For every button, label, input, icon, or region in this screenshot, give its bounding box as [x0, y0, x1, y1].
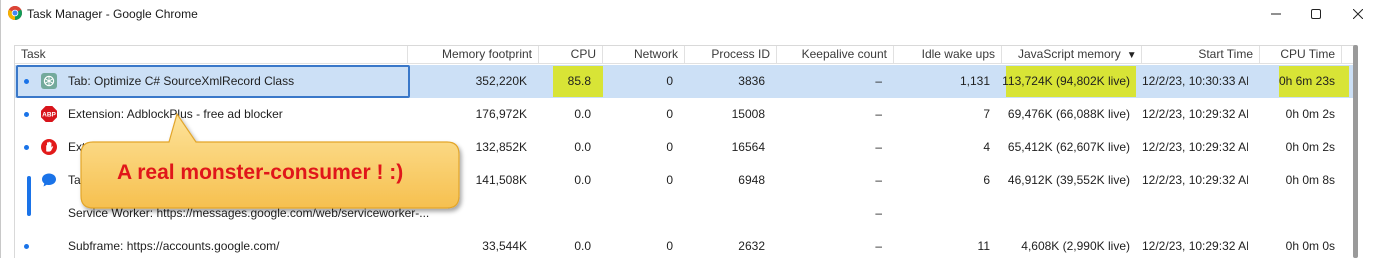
task-name: Service Worker: https://messages.google.… — [68, 206, 430, 220]
idle-wakeups-cell: 4 — [983, 140, 990, 154]
close-icon — [1353, 9, 1363, 19]
process-id-cell: 2632 — [738, 239, 765, 253]
maximize-button[interactable] — [1293, 0, 1339, 28]
memory-cell: 176,972K — [475, 107, 527, 121]
idle-wakeups-cell: 11 — [977, 239, 990, 253]
cpu-time-cell: 0h 0m 0s — [1285, 239, 1335, 253]
network-cell: 0 — [666, 173, 673, 187]
hand-icon — [41, 139, 57, 155]
column-header-cpu[interactable]: CPU — [539, 46, 603, 64]
memory-cell: 141,508K — [475, 173, 527, 187]
window-title: Task Manager - Google Chrome — [27, 7, 198, 21]
title-bar[interactable]: Task Manager - Google Chrome — [1, 0, 1380, 28]
keepalive-cell: – — [875, 107, 882, 121]
keepalive-cell: – — [875, 173, 882, 187]
sort-descending-icon: ▼ — [1126, 50, 1137, 61]
keepalive-cell: – — [875, 239, 882, 253]
cpu-time-cell: 0h 6m 23s — [1278, 74, 1335, 88]
abp-icon: ABP — [41, 106, 57, 122]
close-button[interactable] — [1335, 0, 1380, 28]
idle-wakeups-cell: 1,131 — [959, 74, 990, 88]
chatgpt-icon — [41, 73, 57, 89]
cpu-cell: 0.0 — [574, 107, 591, 121]
messages-icon — [42, 173, 56, 187]
keepalive-cell: – — [875, 140, 882, 154]
process-table: Task Memory footprint CPU Network Proces… — [14, 45, 1354, 258]
process-id-cell: 3836 — [738, 74, 765, 88]
cpu-cell: 85.8 — [567, 74, 591, 88]
column-header-idle-wakeups[interactable]: Idle wake ups — [894, 46, 1002, 64]
cpu-cell: 0.0 — [574, 239, 591, 253]
row-bullet — [24, 244, 29, 249]
table-header: Task Memory footprint CPU Network Proces… — [15, 46, 1354, 64]
table-row[interactable]: Tab: Optimize C# SourceXmlRecord Class 3… — [15, 65, 1354, 98]
table-row[interactable]: ABP Extension: AdblockPlus - free ad blo… — [15, 98, 1354, 131]
column-header-keepalive[interactable]: Keepalive count — [777, 46, 894, 64]
js-memory-cell: 46,912K (39,552K live) — [1007, 173, 1130, 187]
cpu-cell: 0.0 — [574, 173, 591, 187]
js-memory-cell: 113,724K (94,802K live) — [1002, 74, 1130, 88]
start-time-cell: 12/2/23, 10:29:32 AM — [1142, 239, 1248, 253]
start-time-cell: 12/2/23, 10:29:32 AM — [1142, 107, 1248, 121]
process-id-cell: 16564 — [731, 140, 765, 154]
process-id-cell: 6948 — [738, 173, 765, 187]
process-id-cell: 15008 — [731, 107, 765, 121]
js-memory-cell: 4,608K (2,990K live) — [1021, 239, 1130, 253]
minimize-icon — [1271, 13, 1281, 15]
column-header-network[interactable]: Network — [603, 46, 685, 64]
row-bullet — [24, 112, 29, 117]
start-time-cell: 12/2/23, 10:29:32 AM — [1142, 140, 1248, 154]
memory-cell: 33,544K — [482, 239, 527, 253]
cpu-time-cell: 0h 0m 8s — [1285, 173, 1335, 187]
column-header-start-time[interactable]: Start Time — [1142, 46, 1260, 64]
start-time-cell: 12/2/23, 10:29:32 AM — [1142, 173, 1248, 187]
column-header-cpu-time[interactable]: CPU Time — [1260, 46, 1342, 64]
chrome-icon — [8, 6, 22, 20]
column-header-memory[interactable]: Memory footprint — [408, 46, 539, 64]
task-name: Exten — [68, 140, 99, 154]
task-name: Subframe: https://accounts.google.com/ — [68, 239, 280, 253]
cpu-time-cell: 0h 0m 2s — [1285, 140, 1335, 154]
cpu-cell: 0.0 — [574, 140, 591, 154]
keepalive-cell: – — [875, 206, 882, 220]
memory-cell: 352,220K — [475, 74, 527, 88]
task-name: Tab: Optimize C# SourceXmlRecord Class — [68, 74, 295, 88]
svg-text:ABP: ABP — [42, 112, 56, 119]
idle-wakeups-cell: 7 — [983, 107, 990, 121]
column-header-js-memory[interactable]: JavaScript memory ▼ — [1002, 46, 1142, 64]
table-row[interactable]: Exten 132,852K 0.0 0 16564 – 4 65,412K (… — [15, 131, 1354, 164]
js-memory-cell: 69,476K (66,088K live) — [1007, 107, 1130, 121]
start-time-cell: 12/2/23, 10:30:33 AM — [1142, 74, 1248, 88]
js-memory-header-label: JavaScript memory — [1018, 47, 1121, 61]
network-cell: 0 — [666, 239, 673, 253]
callout-text: A real monster-consumer ! :) — [117, 161, 404, 184]
cpu-time-cell: 0h 0m 2s — [1285, 107, 1335, 121]
table-row[interactable]: Service Worker: https://messages.google.… — [15, 197, 1354, 230]
js-memory-cell: 65,412K (62,607K live) — [1007, 140, 1130, 154]
task-name: Ta — [68, 173, 81, 187]
memory-cell: 132,852K — [475, 140, 527, 154]
task-manager-window: Task Manager - Google Chrome Task Memory… — [0, 0, 1380, 258]
task-name: Extension: AdblockPlus - free ad blocker — [68, 107, 283, 121]
network-cell: 0 — [666, 140, 673, 154]
network-cell: 0 — [666, 74, 673, 88]
idle-wakeups-cell: 6 — [983, 173, 990, 187]
vertical-scrollbar[interactable] — [1353, 45, 1358, 258]
row-bullet — [24, 145, 29, 150]
column-header-process-id[interactable]: Process ID — [685, 46, 777, 64]
table-row[interactable]: Subframe: https://accounts.google.com/ 3… — [15, 230, 1354, 258]
network-cell: 0 — [666, 107, 673, 121]
maximize-icon — [1311, 9, 1321, 19]
column-header-task[interactable]: Task — [15, 46, 408, 64]
keepalive-cell: – — [875, 74, 882, 88]
row-bullet — [24, 79, 29, 84]
